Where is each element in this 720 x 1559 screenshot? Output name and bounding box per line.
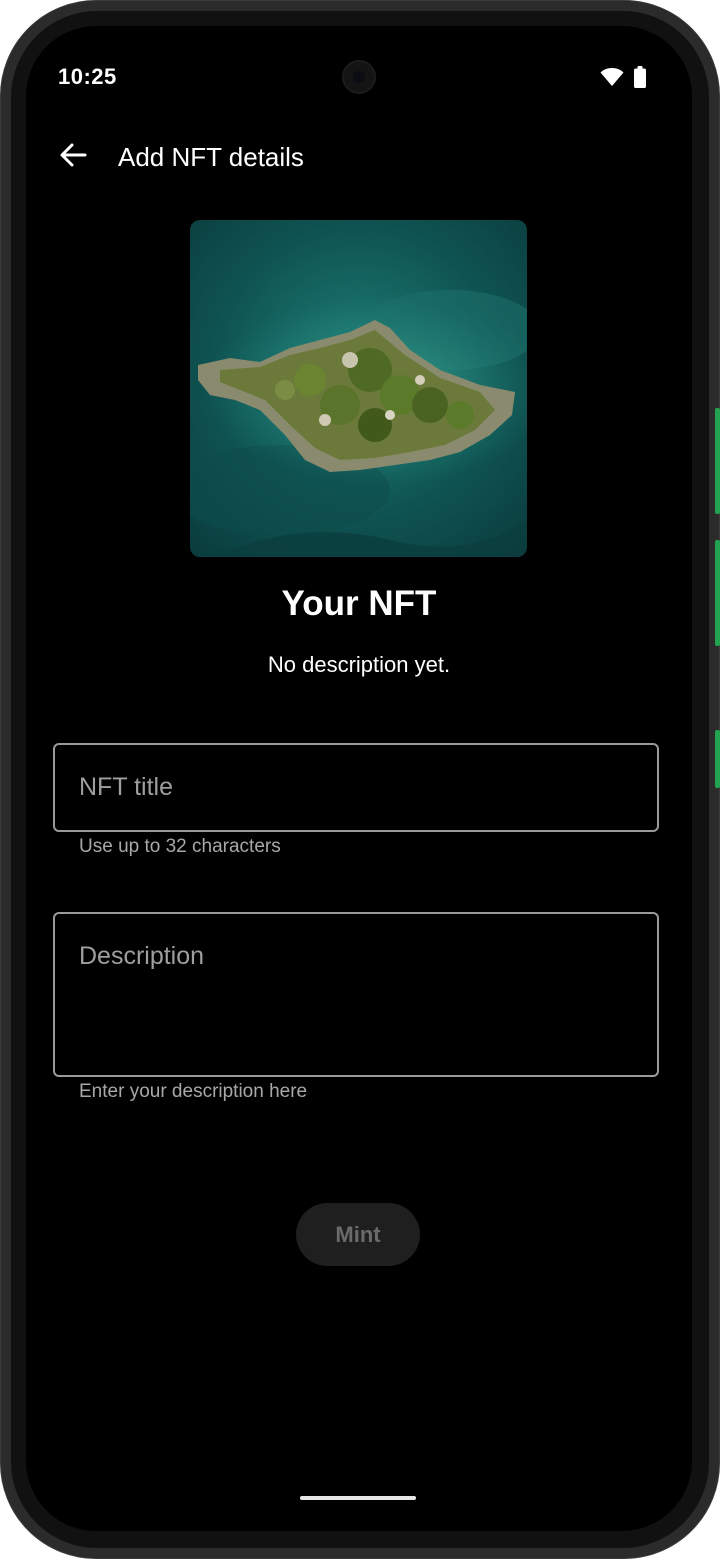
page-title: Add NFT details	[118, 142, 304, 172]
back-button[interactable]	[50, 134, 96, 180]
wifi-icon	[600, 67, 624, 92]
top-app-bar: Add NFT details	[26, 126, 692, 188]
description-helper: Enter your description here	[79, 1081, 308, 1102]
status-bar: 10:25	[26, 26, 692, 126]
description-field[interactable]: Description	[53, 912, 659, 1077]
status-icons	[600, 66, 646, 93]
nft-preview-image	[190, 220, 527, 557]
side-button-middle	[715, 540, 720, 646]
side-button-lower	[715, 730, 720, 788]
mint-button[interactable]: Mint	[296, 1203, 420, 1266]
arrow-back-icon	[59, 141, 87, 174]
side-button-upper	[715, 408, 720, 514]
phone-screen: 10:25 Add NFT details Your NFT No descri…	[26, 26, 692, 1531]
description-placeholder: Description	[79, 942, 205, 970]
home-indicator[interactable]	[300, 1496, 416, 1500]
nft-title-placeholder: NFT title	[79, 773, 173, 801]
battery-icon	[634, 66, 646, 93]
nft-title-helper: Use up to 32 characters	[79, 836, 281, 857]
nft-name: Your NFT	[281, 584, 437, 623]
status-time: 10:25	[58, 64, 117, 89]
front-camera	[342, 60, 376, 94]
nft-title-field[interactable]: NFT title	[53, 743, 659, 832]
nft-description: No description yet.	[267, 652, 451, 677]
